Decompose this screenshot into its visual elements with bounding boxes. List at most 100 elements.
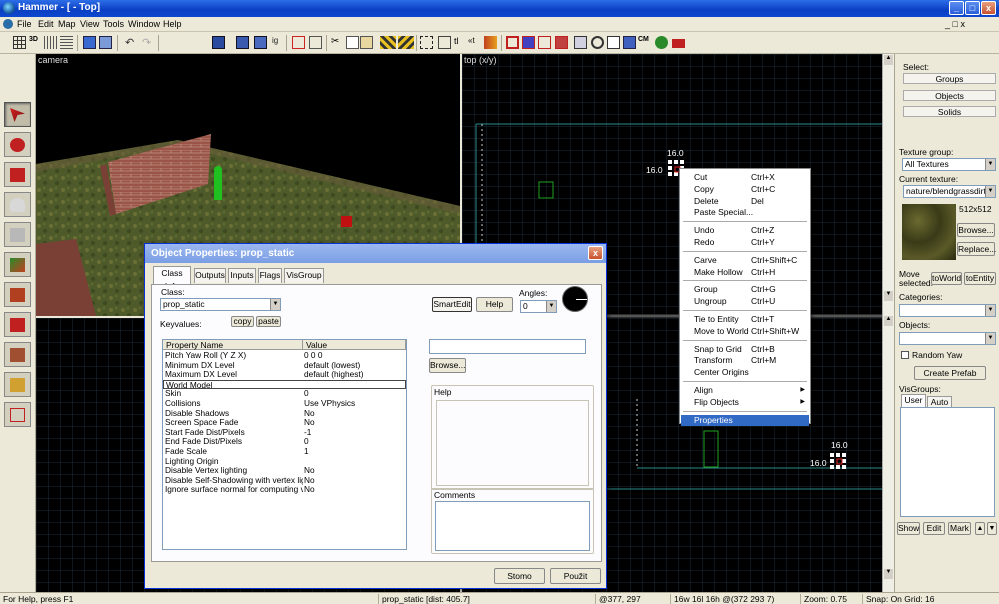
random-yaw-checkbox[interactable]	[901, 351, 909, 359]
menu-map[interactable]: Map	[58, 19, 76, 29]
hide-icon[interactable]	[212, 36, 225, 49]
property-row[interactable]: Disable Self-Shadowing with vertex light…	[163, 475, 406, 486]
context-item-group[interactable]: Group Ctrl+G	[681, 284, 809, 295]
visgroup-mark-button[interactable]: Mark	[948, 522, 971, 535]
dialog-title-bar[interactable]: Object Properties: prop_static x	[145, 244, 606, 263]
move-down-icon[interactable]: ▼	[987, 522, 997, 535]
tab-flags[interactable]: Flags	[258, 268, 282, 283]
toggle-icon[interactable]: tl	[454, 36, 467, 49]
paste-icon[interactable]	[360, 36, 373, 49]
context-item-center-origins[interactable]: Center Origins	[681, 367, 809, 378]
entity-tool[interactable]	[4, 192, 31, 217]
display-3d-icon[interactable]	[591, 36, 604, 49]
block-tool[interactable]	[4, 222, 31, 247]
context-item-delete[interactable]: Delete Del	[681, 196, 809, 207]
hollow-icon[interactable]	[309, 36, 322, 49]
context-item-move-to-world[interactable]: Move to World Ctrl+Shift+W	[681, 326, 809, 337]
visgroup-icon[interactable]	[254, 36, 267, 49]
value-input[interactable]	[429, 339, 586, 354]
scroll-up-icon[interactable]: ▲	[884, 55, 893, 65]
toggle-scale-lock-icon[interactable]	[398, 36, 414, 49]
help-button[interactable]: Help	[476, 297, 513, 312]
show-icon[interactable]	[236, 36, 249, 49]
tab-visgroup[interactable]: VisGroup	[284, 268, 324, 283]
angles-select[interactable]: 0 ▼	[520, 300, 557, 313]
menu-tools[interactable]: Tools	[103, 19, 124, 29]
redo-icon[interactable]: ↷	[142, 36, 155, 49]
tab-inputs[interactable]: Inputs	[228, 268, 256, 283]
grid-icon[interactable]	[13, 36, 26, 49]
scroll-down-icon-2[interactable]: ▼	[884, 569, 893, 579]
camera-tool[interactable]	[4, 162, 31, 187]
stomo-button[interactable]: Stomo	[494, 568, 545, 584]
context-item-ungroup[interactable]: Ungroup Ctrl+U	[681, 296, 809, 307]
property-row[interactable]: Minimum DX Level default (lowest)	[163, 360, 406, 371]
comments-input[interactable]	[435, 501, 590, 551]
display-grid-icon[interactable]	[574, 36, 587, 49]
display-model-icon[interactable]	[506, 36, 519, 49]
minimize-button[interactable]: _	[949, 1, 964, 15]
selection-tool-icon[interactable]	[420, 36, 433, 49]
close-button[interactable]: x	[981, 1, 996, 15]
texture-tool[interactable]	[4, 252, 31, 277]
to-entity-button[interactable]: toEntity	[964, 272, 996, 285]
clip-tool[interactable]	[4, 342, 31, 367]
property-table[interactable]: Property Name Value Pitch Yaw Roll (Y Z …	[162, 339, 407, 550]
larger-grid-icon[interactable]	[60, 36, 73, 49]
display-world-icon[interactable]	[623, 36, 636, 49]
scroll-up-icon-2[interactable]: ▲	[884, 316, 893, 326]
current-texture-select[interactable]: nature/blendgrassdirt02 ▼	[903, 185, 996, 198]
copy-icon[interactable]	[346, 36, 359, 49]
categories-select[interactable]: ▼	[899, 304, 996, 317]
property-row[interactable]: Collisions Use VPhysics	[163, 398, 406, 409]
maximize-button[interactable]: □	[965, 1, 980, 15]
tab-user[interactable]: User	[901, 394, 926, 407]
context-item-copy[interactable]: Copy Ctrl+C	[681, 184, 809, 195]
viewport-scrollbar[interactable]: ▲ ▼ ▲ ▼	[882, 54, 894, 592]
display-box-icon[interactable]	[607, 36, 620, 49]
property-row[interactable]: Disable Shadows No	[163, 408, 406, 419]
property-row[interactable]: Skin 0	[163, 389, 406, 399]
context-item-undo[interactable]: Undo Ctrl+Z	[681, 225, 809, 236]
property-row[interactable]: Lighting Origin	[163, 457, 406, 467]
objects-select[interactable]: ▼	[899, 332, 996, 345]
ungroup-icon[interactable]	[99, 36, 112, 49]
selection-tool[interactable]	[4, 102, 31, 127]
groups-button[interactable]: Groups	[903, 73, 996, 84]
context-item-align[interactable]: Align ▶	[681, 385, 809, 396]
property-row[interactable]: Screen Space Fade No	[163, 418, 406, 428]
toggle-group-icon[interactable]: «t	[468, 36, 481, 49]
decal-tool[interactable]	[4, 312, 31, 337]
leaf-icon[interactable]	[655, 36, 668, 49]
property-row[interactable]: Disable Vertex lighting No	[163, 466, 406, 476]
carve-icon[interactable]	[292, 36, 305, 49]
paint-icon[interactable]	[484, 36, 497, 49]
context-item-snap-to-grid[interactable]: Snap to Grid Ctrl+B	[681, 344, 809, 355]
copy-button[interactable]: copy	[231, 316, 254, 327]
context-item-paste-special[interactable]: Paste Special...	[681, 207, 809, 218]
3d-grid-icon[interactable]: 3D	[29, 36, 42, 49]
smaller-grid-icon[interactable]	[44, 36, 57, 49]
display-entity-icon[interactable]	[555, 36, 568, 49]
menu-view[interactable]: View	[80, 19, 99, 29]
tab-class-info[interactable]: Class Info	[153, 266, 191, 291]
property-row[interactable]: Pitch Yaw Roll (Y Z X) 0 0 0	[163, 350, 406, 361]
property-row[interactable]: Maximum DX Level default (highest)	[163, 370, 406, 380]
visgroup-edit-button[interactable]: Edit	[923, 522, 945, 535]
menu-help[interactable]: Help	[163, 19, 182, 29]
objects-button[interactable]: Objects	[903, 90, 996, 101]
tab-outputs[interactable]: Outputs	[194, 268, 226, 283]
apply-texture-tool[interactable]	[4, 282, 31, 307]
to-world-button[interactable]: toWorld	[931, 272, 962, 285]
texture-lock-icon[interactable]: ig	[272, 36, 285, 49]
visgroup-show-button[interactable]: Show	[897, 522, 920, 535]
cut-icon[interactable]: ✂	[331, 36, 344, 49]
smartedit-toggle[interactable]: SmartEdit	[432, 297, 472, 312]
property-row[interactable]: Ignore surface normal for computing vert…	[163, 485, 406, 495]
context-item-flip-objects[interactable]: Flip Objects ▶	[681, 397, 809, 408]
move-up-icon[interactable]: ▲	[975, 522, 985, 535]
menu-edit[interactable]: Edit	[38, 19, 54, 29]
menu-window[interactable]: Window	[128, 19, 160, 29]
cordon-icon[interactable]: CM	[638, 36, 651, 49]
context-item-transform[interactable]: Transform Ctrl+M	[681, 355, 809, 366]
